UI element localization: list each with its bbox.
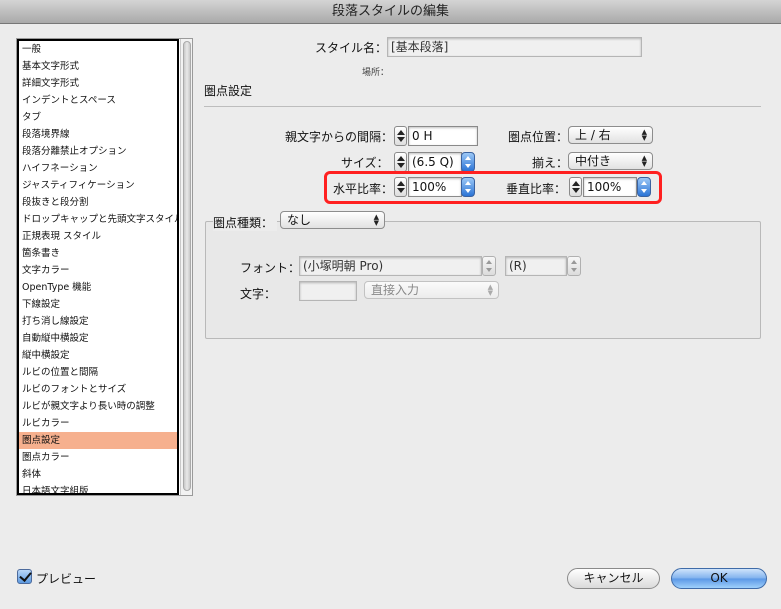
v-scale-stepper[interactable] <box>569 177 582 197</box>
sidebar-item[interactable]: 詳細文字形式 <box>19 75 177 92</box>
preview-label: プレビュー <box>36 572 97 586</box>
h-scale-label: 水平比率： <box>333 182 394 196</box>
stepper-up-icon <box>397 130 405 135</box>
stepper-up-icon <box>572 181 580 186</box>
category-list-panel: 一般 基本文字形式 詳細文字形式 インデントとスペース タブ 段落境界線 段落分離禁止オプシ… <box>16 38 193 496</box>
sidebar-item[interactable]: 正規表現 スタイル <box>19 228 177 245</box>
kenten-type-label: 圏点種類： <box>213 214 278 231</box>
stepper-up-icon <box>397 156 405 161</box>
alignment-popup[interactable]: 中付き ▲ ▼ <box>568 152 653 170</box>
size-input[interactable]: (6.5 Q) <box>408 152 462 172</box>
sidebar-item[interactable]: 斜体 <box>19 466 177 483</box>
stepper-down-icon <box>397 188 405 193</box>
font-dropdown-button[interactable] <box>482 256 496 276</box>
font-label: フォント： <box>240 261 301 275</box>
popup-arrows-icon: ▲ ▼ <box>487 283 493 297</box>
dialog-body: 一般 基本文字形式 詳細文字形式 インデントとスペース タブ 段落境界線 段落分離禁止オプシ… <box>0 24 781 609</box>
sidebar-item[interactable]: ルビの位置と間隔 <box>19 364 177 381</box>
dropdown-up-icon <box>641 181 647 185</box>
font-style-field[interactable]: (R) <box>505 256 567 276</box>
font-field[interactable]: (小塚明朝 Pro) <box>299 256 482 276</box>
sidebar-item[interactable]: ハイフネーション <box>19 160 177 177</box>
h-scale-stepper[interactable] <box>394 177 407 197</box>
sidebar-item[interactable]: ドロップキャップと先頭文字スタイル <box>19 211 177 228</box>
alignment-value: 中付き <box>575 154 612 168</box>
popup-arrows-icon: ▲ ▼ <box>373 213 379 227</box>
category-scrollbar[interactable] <box>180 39 192 495</box>
style-name-label: スタイル名： <box>315 41 388 55</box>
spacing-label: 親文字からの間隔： <box>285 130 394 144</box>
position-popup[interactable]: 上 / 右 ▲ ▼ <box>568 126 653 144</box>
char-input[interactable] <box>299 281 357 301</box>
kenten-type-value: なし <box>287 213 312 227</box>
sidebar-item[interactable]: タブ <box>19 109 177 126</box>
preview-checkbox[interactable] <box>17 569 32 584</box>
dropdown-up-icon <box>571 260 577 264</box>
sidebar-item[interactable]: 下線設定 <box>19 296 177 313</box>
window-title: 段落スタイルの編集 <box>0 0 781 24</box>
input-mode-popup[interactable]: 直接入力 ▲ ▼ <box>364 281 499 299</box>
section-title: 圏点設定 <box>204 84 253 98</box>
kenten-type-popup[interactable]: なし ▲ ▼ <box>280 211 385 229</box>
h-scale-dropdown-button[interactable] <box>461 177 475 197</box>
dropdown-up-icon <box>465 181 471 185</box>
spacing-input[interactable]: 0 H <box>408 126 478 146</box>
sidebar-item[interactable]: 文字カラー <box>19 262 177 279</box>
style-name-field[interactable]: [基本段落] <box>387 37 642 57</box>
size-stepper[interactable] <box>394 152 407 172</box>
sidebar-item[interactable]: ルビが親文字より長い時の調整 <box>19 398 177 415</box>
v-scale-label: 垂直比率： <box>506 182 567 196</box>
position-value: 上 / 右 <box>575 128 611 142</box>
section-divider <box>204 106 761 107</box>
kenten-type-group <box>205 221 761 339</box>
dropdown-up-icon <box>465 156 471 160</box>
input-mode-value: 直接入力 <box>371 283 420 297</box>
sidebar-item[interactable]: インデントとスペース <box>19 92 177 109</box>
popup-arrows-icon: ▲ ▼ <box>641 154 647 168</box>
char-label: 文字： <box>240 287 277 301</box>
location-label: 場所： <box>362 68 390 78</box>
sidebar-item[interactable]: 縦中横設定 <box>19 347 177 364</box>
sidebar-item[interactable]: 基本文字形式 <box>19 58 177 75</box>
cancel-button[interactable]: キャンセル <box>567 568 660 589</box>
dropdown-down-icon <box>571 268 577 272</box>
sidebar-item[interactable]: 段抜きと段分割 <box>19 194 177 211</box>
sidebar-item[interactable]: 箇条書き <box>19 245 177 262</box>
scrollbar-thumb[interactable] <box>183 41 191 491</box>
category-list[interactable]: 一般 基本文字形式 詳細文字形式 インデントとスペース タブ 段落境界線 段落分離禁止オプシ… <box>17 39 179 495</box>
sidebar-item[interactable]: 日本語文字組版 <box>19 483 177 493</box>
sidebar-item[interactable]: 段落分離禁止オプション <box>19 143 177 160</box>
sidebar-item[interactable]: 圏点カラー <box>19 449 177 466</box>
dropdown-up-icon <box>486 260 492 264</box>
dropdown-down-icon <box>465 164 471 168</box>
sidebar-item[interactable]: ルビカラー <box>19 415 177 432</box>
stepper-up-icon <box>397 181 405 186</box>
stepper-down-icon <box>397 137 405 142</box>
sidebar-item[interactable]: ジャスティフィケーション <box>19 177 177 194</box>
dropdown-down-icon <box>641 189 647 193</box>
sidebar-item[interactable]: 段落境界線 <box>19 126 177 143</box>
ok-button[interactable]: OK <box>671 568 767 589</box>
alignment-label: 揃え： <box>532 156 569 170</box>
sidebar-item[interactable]: 圏点設定 <box>19 432 177 449</box>
sidebar-item[interactable]: 一般 <box>19 41 177 58</box>
sidebar-item[interactable]: ルビのフォントとサイズ <box>19 381 177 398</box>
position-label: 圏点位置： <box>508 130 569 144</box>
v-scale-dropdown-button[interactable] <box>637 177 651 197</box>
h-scale-input[interactable]: 100% <box>408 177 462 197</box>
v-scale-input[interactable]: 100% <box>583 177 637 197</box>
sidebar-item[interactable]: OpenType 機能 <box>19 279 177 296</box>
dropdown-down-icon <box>465 189 471 193</box>
sidebar-item[interactable]: 自動縦中横設定 <box>19 330 177 347</box>
stepper-down-icon <box>572 188 580 193</box>
spacing-stepper[interactable] <box>394 126 407 146</box>
dropdown-down-icon <box>486 268 492 272</box>
size-label: サイズ： <box>341 156 389 170</box>
popup-arrows-icon: ▲ ▼ <box>641 128 647 142</box>
sidebar-item[interactable]: 打ち消し線設定 <box>19 313 177 330</box>
font-style-dropdown-button[interactable] <box>567 256 581 276</box>
size-dropdown-button[interactable] <box>461 152 475 172</box>
stepper-down-icon <box>397 163 405 168</box>
